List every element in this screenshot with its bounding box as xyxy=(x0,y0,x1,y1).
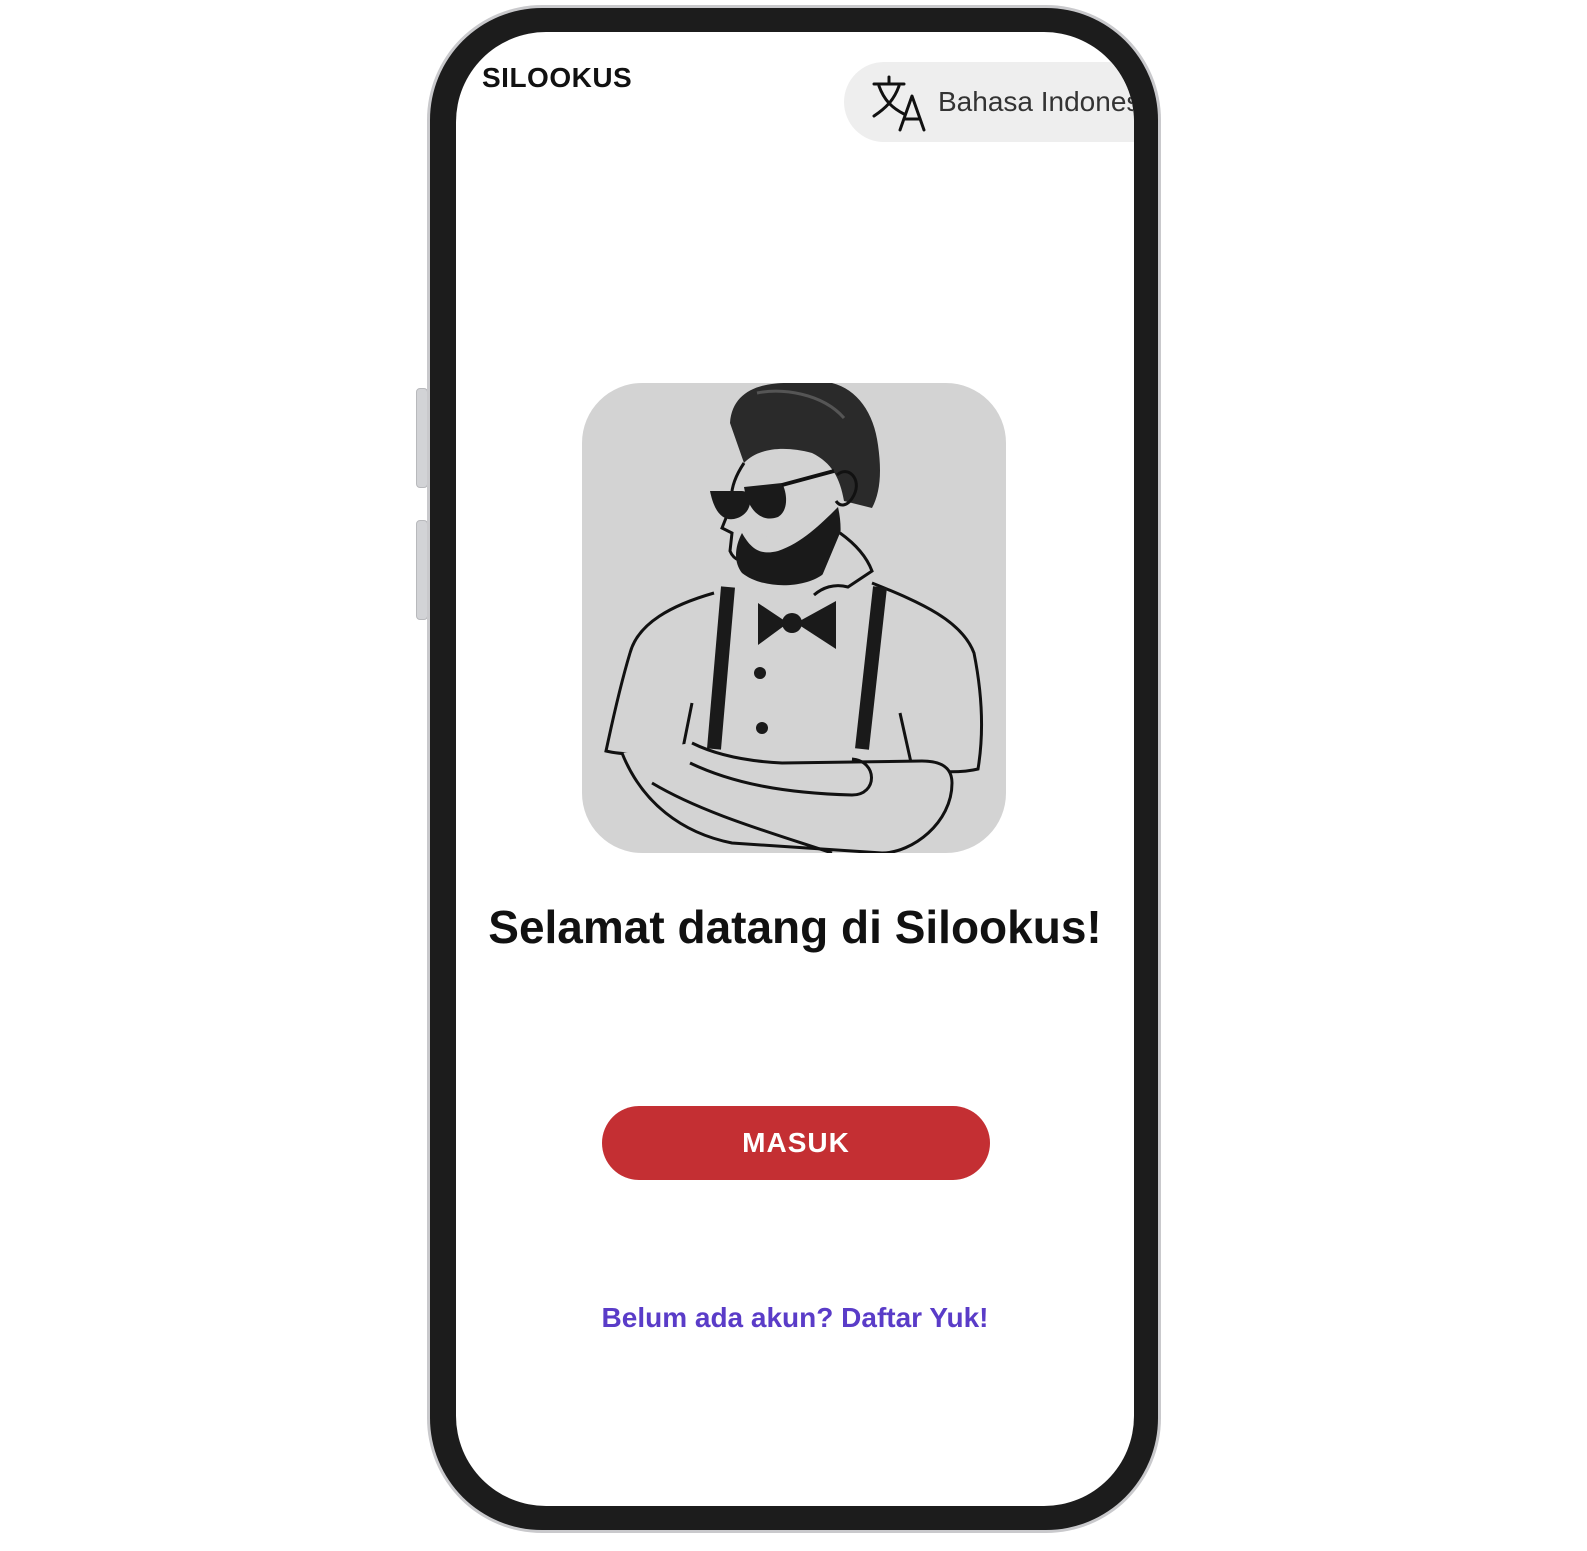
language-label: Bahasa Indonesia xyxy=(938,86,1134,117)
language-selector[interactable]: Bahasa Indonesia xyxy=(844,62,1134,142)
phone-screen: SILOOKUS Bahasa Indonesia xyxy=(456,32,1134,1506)
welcome-headline: Selamat datang di Silookus! xyxy=(488,901,1102,953)
hero-illustration xyxy=(582,383,1006,853)
stage: SILOOKUS Bahasa Indonesia xyxy=(0,0,1587,1551)
login-button[interactable]: MASUK xyxy=(602,1106,990,1180)
signup-link[interactable]: Belum ada akun? Daftar Yuk! xyxy=(456,1302,1134,1334)
app-title: SILOOKUS xyxy=(482,62,633,93)
translate-icon xyxy=(870,72,930,132)
volume-down-button xyxy=(416,520,428,620)
volume-up-button xyxy=(416,388,428,488)
